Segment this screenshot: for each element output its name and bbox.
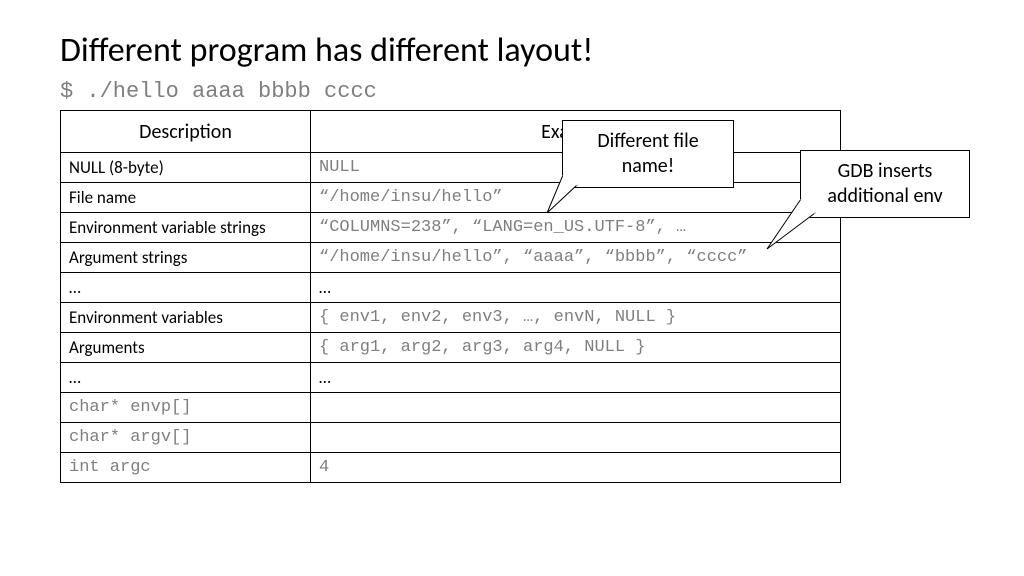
table-row: …… bbox=[61, 273, 841, 303]
table-row: Arguments{ arg1, arg2, arg3, arg4, NULL … bbox=[61, 333, 841, 363]
cell-description: Arguments bbox=[61, 333, 311, 363]
cell-example: { arg1, arg2, arg3, arg4, NULL } bbox=[311, 333, 841, 363]
cell-description: File name bbox=[61, 183, 311, 213]
cell-description: … bbox=[61, 273, 311, 303]
table-row: Environment variables{ env1, env2, env3,… bbox=[61, 303, 841, 333]
table-row: Environment variable strings“COLUMNS=238… bbox=[61, 213, 841, 243]
table-row: int argc4 bbox=[61, 453, 841, 483]
callout-filename: Different file name! bbox=[562, 120, 734, 188]
cell-example: … bbox=[311, 363, 841, 393]
cell-example: 4 bbox=[311, 453, 841, 483]
cell-description: Argument strings bbox=[61, 243, 311, 273]
cell-description: char* argv[] bbox=[61, 423, 311, 453]
cell-example bbox=[311, 393, 841, 423]
table-row: Argument strings“/home/insu/hello”, “aaa… bbox=[61, 243, 841, 273]
cell-description: NULL (8-byte) bbox=[61, 153, 311, 183]
command-line: $ ./hello aaaa bbbb cccc bbox=[60, 79, 964, 104]
cell-example bbox=[311, 423, 841, 453]
table-row: char* envp[] bbox=[61, 393, 841, 423]
cell-example: … bbox=[311, 273, 841, 303]
cell-description: int argc bbox=[61, 453, 311, 483]
cell-example: { env1, env2, env3, …, envN, NULL } bbox=[311, 303, 841, 333]
cell-description: char* envp[] bbox=[61, 393, 311, 423]
cell-description: Environment variable strings bbox=[61, 213, 311, 243]
slide-title: Different program has different layout! bbox=[60, 30, 964, 71]
callout-gdb-text: GDB inserts additional env bbox=[827, 159, 942, 208]
table-row: …… bbox=[61, 363, 841, 393]
table-row: char* argv[] bbox=[61, 423, 841, 453]
cell-example: “/home/insu/hello”, “aaaa”, “bbbb”, “ccc… bbox=[311, 243, 841, 273]
cell-description: Environment variables bbox=[61, 303, 311, 333]
cell-example: “COLUMNS=238”, “LANG=en_US.UTF-8”, … bbox=[311, 213, 841, 243]
callout-filename-text: Different file name! bbox=[597, 129, 698, 178]
col-header-description: Description bbox=[61, 111, 311, 153]
callout-gdb: GDB inserts additional env bbox=[800, 150, 970, 218]
cell-description: … bbox=[61, 363, 311, 393]
